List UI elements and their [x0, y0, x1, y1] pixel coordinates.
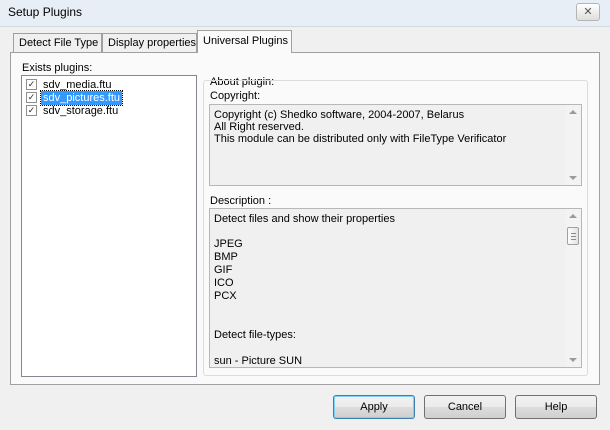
scroll-down-icon[interactable] [569, 358, 577, 362]
description-scrollbar[interactable] [566, 209, 581, 367]
copyright-line: This module can be distributed only with… [214, 133, 507, 145]
plugins-header: Exists plugins: [22, 62, 93, 74]
description-line: JPEG [214, 238, 243, 250]
tab-display-properties[interactable]: Display properties [102, 33, 197, 52]
plugin-name: sdv_media.ftu [43, 79, 112, 91]
plugins-listbox[interactable]: ✓ sdv_media.ftu ✓ sdv_pictures.ftu ✓ sdv… [21, 75, 197, 377]
cancel-button[interactable]: Cancel [424, 395, 506, 419]
copyright-line: All Right reserved. [214, 121, 304, 133]
copyright-label: Copyright: [210, 90, 261, 102]
plugin-item[interactable]: ✓ sdv_pictures.ftu [24, 90, 184, 106]
scroll-up-icon[interactable] [569, 214, 577, 218]
close-icon: ✕ [583, 6, 593, 18]
plugin-checkbox[interactable]: ✓ [26, 79, 37, 90]
tab-label: Universal Plugins [203, 35, 288, 47]
scroll-thumb[interactable] [567, 227, 579, 245]
close-button[interactable]: ✕ [576, 3, 600, 21]
copyright-line: Copyright (c) Shedko software, 2004-2007… [214, 109, 465, 121]
plugin-checkbox[interactable]: ✓ [26, 92, 37, 103]
plugin-checkbox[interactable]: ✓ [26, 105, 37, 116]
help-button[interactable]: Help [515, 395, 597, 419]
plugin-name: sdv_pictures.ftu [39, 90, 124, 106]
tab-detect-file-type[interactable]: Detect File Type [13, 33, 102, 52]
description-line: sun - Picture SUN [214, 355, 303, 367]
description-line: BMP [214, 251, 238, 263]
window-title: Setup Plugins [8, 5, 83, 19]
description-textbox[interactable]: Detect files and show their properties J… [209, 208, 582, 368]
plugin-item[interactable]: ✓ sdv_media.ftu [24, 78, 184, 92]
copyright-scrollbar[interactable] [566, 105, 581, 185]
description-line: GIF [214, 264, 233, 276]
description-line: PCX [214, 290, 237, 302]
copyright-textbox[interactable]: Copyright (c) Shedko software, 2004-2007… [209, 104, 582, 186]
description-line: ICO [214, 277, 234, 289]
scroll-up-icon[interactable] [569, 110, 577, 114]
title-bar: Setup Plugins ✕ [0, 0, 610, 27]
description-label: Description : [210, 195, 272, 207]
scroll-down-icon[interactable] [569, 176, 577, 180]
description-line: Detect files and show their properties [214, 213, 395, 225]
tab-universal-plugins[interactable]: Universal Plugins [197, 30, 292, 53]
plugin-item[interactable]: ✓ sdv_storage.ftu [24, 104, 184, 118]
tab-label: Display properties [108, 37, 197, 49]
description-line: Detect file-types: [214, 329, 296, 341]
apply-button[interactable]: Apply [333, 395, 415, 419]
tab-label: Detect File Type [19, 37, 99, 49]
plugin-name: sdv_storage.ftu [43, 105, 119, 117]
